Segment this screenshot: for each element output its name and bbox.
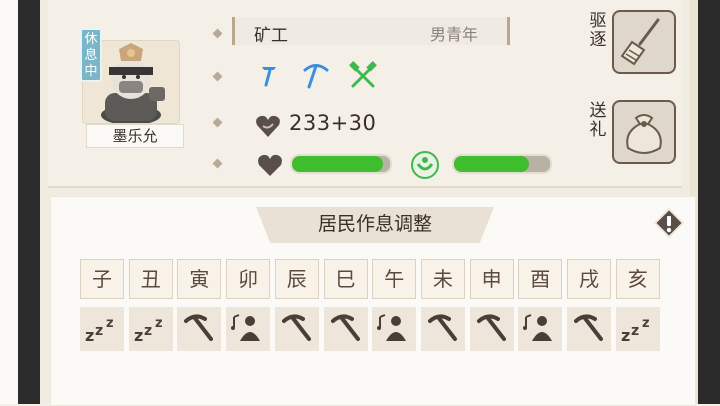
svg-text:z: z (134, 326, 143, 345)
hour-cell: 午 (372, 259, 417, 299)
resident-value: 233+30 (289, 111, 377, 135)
sleep-icon: zzz (134, 316, 163, 345)
left-frame (18, 0, 40, 404)
svg-text:z: z (95, 323, 103, 339)
gift-bag-icon (626, 114, 662, 154)
hour-cell: 丑 (128, 259, 173, 299)
mine-icon (184, 314, 214, 341)
pickaxe-icon (262, 67, 276, 87)
mine-icon (476, 314, 506, 341)
expel-button[interactable] (612, 10, 676, 74)
hour-cell: 巳 (323, 259, 368, 299)
svg-text:z: z (155, 316, 163, 331)
activity-cell-mine[interactable] (420, 307, 465, 351)
mood-bar (452, 154, 552, 174)
mine-icon (574, 314, 603, 341)
mood-icon (411, 151, 439, 179)
hour-cell: 申 (469, 259, 514, 299)
hour-cell: 卯 (226, 259, 271, 299)
status-badge: 休息中 (80, 28, 102, 82)
activity-cell-mine[interactable] (323, 307, 368, 351)
activity-cell-sleep[interactable]: zzz (128, 307, 173, 351)
health-bar-fill (292, 156, 384, 172)
left-margin (0, 0, 18, 404)
mine-icon (281, 314, 311, 341)
broom-icon (620, 18, 660, 66)
mine-icon (330, 314, 360, 341)
health-value-icon (256, 115, 280, 137)
sleep-icon: zzz (85, 316, 114, 345)
activity-cell-mine[interactable] (274, 307, 319, 351)
gift-label: 送礼 (589, 101, 607, 140)
hour-cell: 寅 (177, 259, 222, 299)
svg-text:z: z (106, 316, 114, 331)
svg-text:z: z (621, 326, 630, 345)
sleep-icon: zzz (621, 316, 650, 345)
age-group: 男青年 (430, 25, 479, 44)
activity-cell-mine[interactable] (469, 307, 514, 351)
svg-text:z: z (85, 326, 94, 345)
mood-bar-fill (454, 156, 529, 172)
profession-name: 矿工 (254, 26, 288, 46)
activity-cell-sleep[interactable]: zzz (80, 307, 124, 351)
resident-name: 墨乐允 (86, 124, 184, 148)
activity-cell-leisure[interactable] (518, 307, 563, 351)
leisure-icon (231, 314, 261, 341)
hour-cell: 酉 (518, 259, 563, 299)
pick-blue-icon (303, 64, 329, 89)
hour-cell: 亥 (615, 259, 660, 299)
hour-cell: 辰 (274, 259, 319, 299)
svg-text:z: z (642, 316, 650, 331)
expel-label: 驱逐 (589, 11, 607, 50)
svg-text:z: z (631, 323, 639, 339)
leisure-icon (377, 314, 407, 341)
activity-cell-sleep[interactable]: zzz (615, 307, 660, 351)
activity-cell-mine[interactable] (567, 307, 611, 351)
leisure-icon (523, 314, 553, 341)
svg-text:z: z (144, 323, 152, 339)
gift-button[interactable] (612, 100, 676, 164)
activity-cell-mine[interactable] (177, 307, 222, 351)
activity-cell-leisure[interactable] (226, 307, 271, 351)
right-frame (698, 0, 720, 404)
activity-cell-leisure[interactable] (372, 307, 417, 351)
mine-icon (427, 314, 457, 341)
heart-icon (258, 154, 282, 176)
crossed-hammers-icon (349, 61, 377, 88)
hour-cell: 子 (80, 259, 124, 299)
hour-cell: 未 (420, 259, 465, 299)
info-alert-icon[interactable] (654, 208, 684, 238)
health-bar (290, 154, 392, 174)
hour-cell: 戌 (567, 259, 611, 299)
schedule-title: 居民作息调整 (317, 213, 432, 235)
